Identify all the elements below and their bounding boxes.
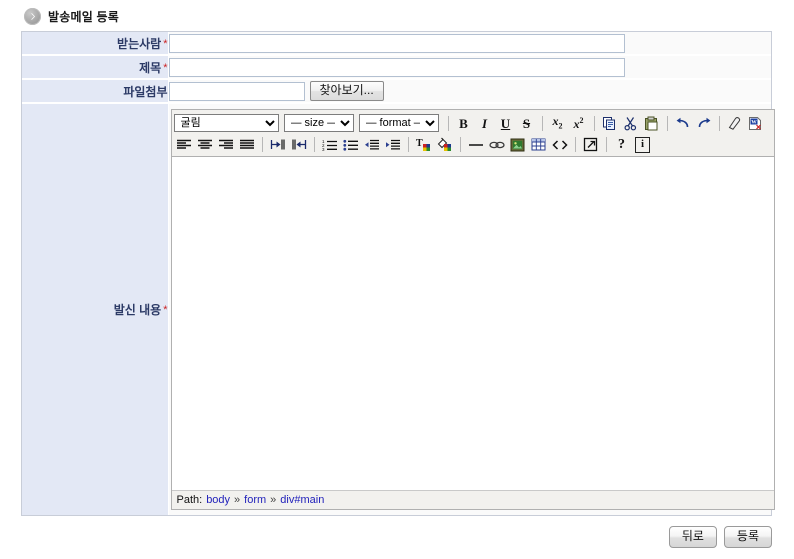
- field-content: 굴림 — size — — format — B I: [168, 103, 771, 515]
- editor-toolbar-row-2: 1 2 3: [174, 134, 772, 155]
- label-recipient: 받는사람*: [22, 32, 168, 55]
- toolbar-separator: [448, 116, 449, 131]
- font-family-select[interactable]: 굴림: [174, 114, 279, 132]
- toolbar-separator: [408, 137, 409, 152]
- label-attachment-text: 파일첨부: [123, 85, 167, 99]
- svg-text:T: T: [416, 138, 423, 149]
- paste-icon[interactable]: [642, 114, 662, 133]
- direction-ltr-icon[interactable]: [268, 135, 288, 154]
- mail-form-table: 받는사람* 제목* 파일첨부: [22, 32, 771, 515]
- toolbar-separator: [262, 137, 263, 152]
- cut-icon[interactable]: [621, 114, 641, 133]
- text-color-icon[interactable]: T: [414, 135, 434, 154]
- fullscreen-icon[interactable]: [581, 135, 601, 154]
- attachment-filename-input[interactable]: [169, 82, 305, 101]
- copy-icon[interactable]: [600, 114, 620, 133]
- strikethrough-icon[interactable]: S: [517, 114, 537, 133]
- browse-button[interactable]: 찾아보기...: [310, 81, 384, 101]
- path-segment-div-main[interactable]: div#main: [280, 494, 324, 506]
- toolbar-separator: [719, 116, 720, 131]
- align-left-icon[interactable]: [174, 135, 194, 154]
- path-label: Path:: [177, 494, 203, 506]
- outdent-icon[interactable]: [362, 135, 382, 154]
- image-icon[interactable]: [508, 135, 528, 154]
- toolbar-separator: [460, 137, 461, 152]
- word-paste-icon[interactable]: W: [746, 114, 766, 133]
- redo-icon[interactable]: [694, 114, 714, 133]
- chevron-circle-icon: [24, 8, 41, 25]
- toolbar-separator: [575, 137, 576, 152]
- required-mark-subject: *: [163, 62, 167, 74]
- submit-button[interactable]: 등록: [724, 526, 772, 548]
- link-icon[interactable]: [487, 135, 507, 154]
- path-segment-form[interactable]: form: [244, 494, 266, 506]
- svg-text:3: 3: [322, 146, 325, 150]
- horizontal-rule-icon[interactable]: [466, 135, 486, 154]
- form-row-subject: 제목*: [22, 55, 771, 79]
- eraser-icon[interactable]: [725, 114, 745, 133]
- editor-status-bar: Path: body » form » div#main: [172, 491, 774, 509]
- background-color-icon[interactable]: [435, 135, 455, 154]
- bullet-list-icon[interactable]: [341, 135, 361, 154]
- toolbar-separator: [606, 137, 607, 152]
- form-row-content: 발신 내용* 굴림 — size —: [22, 103, 771, 515]
- editor-toolbar-row-1: 굴림 — size — — format — B I: [174, 112, 772, 134]
- required-mark-recipient: *: [163, 38, 167, 50]
- path-segment-body[interactable]: body: [206, 494, 230, 506]
- mail-form-panel: 받는사람* 제목* 파일첨부: [21, 31, 772, 516]
- toolbar-separator: [594, 116, 595, 131]
- form-actions: 뒤로 등록: [0, 526, 772, 548]
- form-row-attachment: 파일첨부 찾아보기...: [22, 79, 771, 103]
- align-justify-icon[interactable]: [237, 135, 257, 154]
- underline-icon[interactable]: U: [496, 114, 516, 133]
- align-center-icon[interactable]: [195, 135, 215, 154]
- font-size-select[interactable]: — size —: [284, 114, 354, 132]
- editor-toolbar: 굴림 — size — — format — B I: [172, 110, 774, 157]
- label-recipient-text: 받는사람: [117, 37, 161, 51]
- subject-input[interactable]: [169, 58, 625, 77]
- label-subject-text: 제목: [139, 61, 161, 75]
- path-separator: »: [270, 494, 276, 506]
- label-content: 발신 내용*: [22, 103, 168, 515]
- form-row-recipient: 받는사람*: [22, 32, 771, 55]
- label-content-text: 발신 내용: [114, 303, 162, 317]
- editor-content-area[interactable]: [172, 157, 774, 491]
- rich-text-editor: 굴림 — size — — format — B I: [171, 109, 775, 510]
- label-subject: 제목*: [22, 55, 168, 79]
- italic-icon[interactable]: I: [475, 114, 495, 133]
- toolbar-separator: [667, 116, 668, 131]
- numbered-list-icon[interactable]: 1 2 3: [320, 135, 340, 154]
- superscript-icon[interactable]: x2: [569, 114, 589, 133]
- required-mark-content: *: [163, 304, 167, 316]
- bold-icon[interactable]: B: [454, 114, 474, 133]
- format-select[interactable]: — format —: [359, 114, 439, 132]
- help-icon[interactable]: ?: [612, 135, 632, 154]
- path-separator: »: [234, 494, 240, 506]
- direction-rtl-icon[interactable]: [289, 135, 309, 154]
- label-attachment: 파일첨부: [22, 79, 168, 103]
- source-code-icon[interactable]: [550, 135, 570, 154]
- field-attachment: 찾아보기...: [168, 79, 771, 103]
- toolbar-separator: [314, 137, 315, 152]
- page-title: 발송메일 등록: [48, 8, 119, 25]
- info-icon[interactable]: i: [633, 135, 653, 154]
- field-recipient: [168, 32, 771, 55]
- indent-icon[interactable]: [383, 135, 403, 154]
- page-header: 발송메일 등록: [0, 0, 794, 31]
- subscript-icon[interactable]: x2: [548, 114, 568, 133]
- field-subject: [168, 55, 771, 79]
- back-button[interactable]: 뒤로: [669, 526, 717, 548]
- align-right-icon[interactable]: [216, 135, 236, 154]
- svg-text:W: W: [751, 119, 757, 125]
- undo-icon[interactable]: [673, 114, 693, 133]
- recipient-input[interactable]: [169, 34, 625, 53]
- toolbar-separator: [542, 116, 543, 131]
- table-icon[interactable]: [529, 135, 549, 154]
